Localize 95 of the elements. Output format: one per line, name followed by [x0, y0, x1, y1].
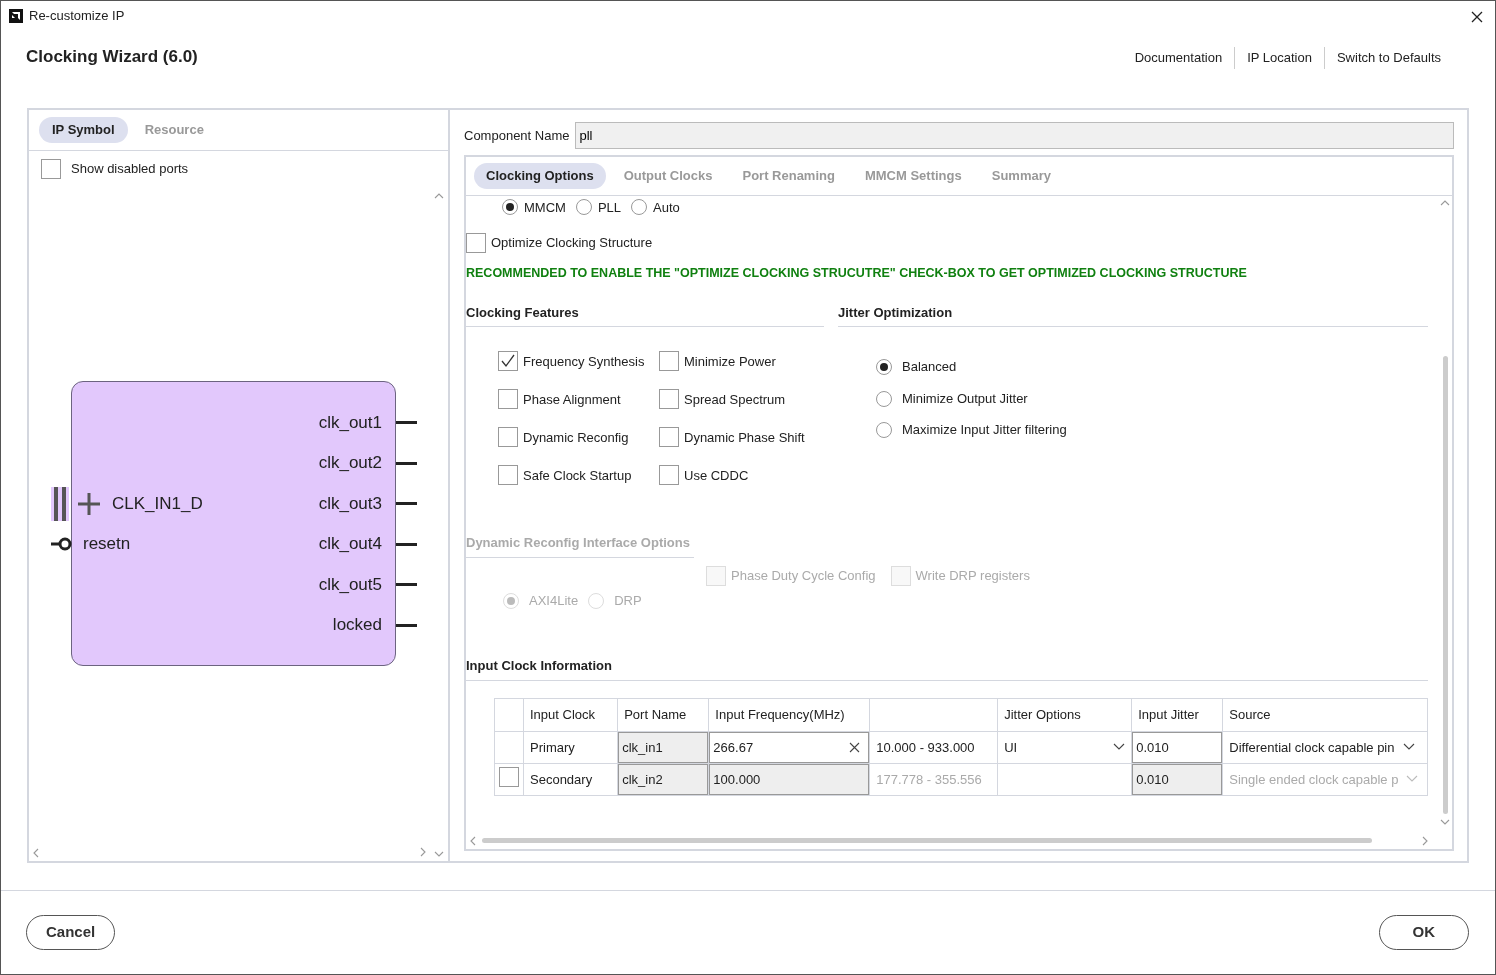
- radio-button[interactable]: [876, 422, 892, 438]
- checkbox[interactable]: [659, 351, 679, 372]
- radio-label: DRP: [614, 591, 642, 610]
- column-header: Input Jitter: [1131, 698, 1223, 732]
- radio-button[interactable]: [876, 390, 892, 407]
- app-logo-icon: [9, 9, 23, 23]
- tab[interactable]: Clocking Options: [474, 163, 606, 189]
- checkbox-label: Dynamic Reconfig: [523, 428, 629, 447]
- section-title: Dynamic Reconfig Interface Options: [466, 533, 694, 558]
- inverted-pin-icon: [51, 536, 73, 552]
- header-link[interactable]: Documentation: [1122, 47, 1235, 69]
- output-pin: [396, 421, 417, 424]
- checkbox-label: Spread Spectrum: [684, 390, 786, 409]
- radio-label: Maximize Input Jitter filtering: [902, 421, 1067, 440]
- radio-button[interactable]: [631, 199, 648, 216]
- checkbox-label: Phase Duty Cycle Config: [731, 567, 876, 585]
- radio-label: Balanced: [902, 358, 957, 377]
- radio-label: Minimize Output Jitter: [902, 389, 1028, 408]
- dialog-title: Clocking Wizard (6.0): [26, 47, 198, 68]
- section-title: Input Clock Information: [466, 656, 1428, 681]
- vertical-scrollbar[interactable]: [1442, 355, 1448, 814]
- checkbox-label: Frequency Synthesis: [523, 352, 645, 371]
- radio-label: MMCM: [524, 198, 566, 217]
- port-label: CLK_IN1_D: [112, 492, 203, 515]
- port-name-field[interactable]: clk_in1: [618, 731, 709, 763]
- checkbox[interactable]: [659, 427, 679, 448]
- port-label: clk_out5: [318, 573, 382, 596]
- checkbox[interactable]: [659, 465, 679, 486]
- checkbox[interactable]: [498, 389, 518, 410]
- bus-pin-icon: [51, 486, 69, 521]
- scroll-right-icon[interactable]: [420, 846, 426, 857]
- radio-label: PLL: [597, 198, 622, 217]
- port-label: locked: [332, 614, 382, 637]
- frequency-field[interactable]: 266.67: [709, 731, 870, 763]
- checkbox-label: Safe Clock Startup: [523, 466, 632, 485]
- chevron-down-icon: [1406, 775, 1419, 784]
- table-cell: Primary: [523, 731, 618, 764]
- port-label: resetn: [83, 533, 131, 556]
- clear-icon[interactable]: [849, 741, 861, 753]
- recommendation-text: RECOMMENDED TO ENABLE THE "OPTIMIZE CLOCKING STRUCUTRE" CHECK-BOX TO GET OPTIMIZED CLOCKING STRUCTURE: [466, 265, 1248, 282]
- port-label: clk_out1: [318, 411, 382, 434]
- checkbox-label: Show disabled ports: [71, 159, 189, 178]
- checkbox[interactable]: [498, 465, 518, 486]
- horizontal-scrollbar[interactable]: [482, 838, 1372, 843]
- window-title: Re-customize IP: [29, 7, 125, 26]
- chevron-down-icon: [1113, 743, 1126, 752]
- scroll-up-icon[interactable]: [1440, 199, 1450, 206]
- scroll-down-icon[interactable]: [434, 850, 444, 857]
- panel-tab[interactable]: IP Symbol: [39, 117, 128, 143]
- checkbox-label: Dynamic Phase Shift: [684, 428, 805, 447]
- radio-label: AXI4Lite: [529, 591, 579, 610]
- chevron-down-icon: [1402, 743, 1415, 752]
- radio-label: Auto: [653, 198, 680, 217]
- column-header: Input Clock: [523, 698, 618, 732]
- table-cell: 10.000 - 933.000: [869, 731, 998, 764]
- input-jitter-field[interactable]: 0.010: [1132, 731, 1223, 763]
- column-header: Source: [1222, 698, 1428, 732]
- output-pin: [396, 461, 417, 465]
- output-pin: [396, 542, 417, 546]
- table-cell: 177.778 - 355.556: [869, 763, 998, 796]
- checkbox-label: Write DRP registers: [915, 567, 1030, 585]
- radio-button[interactable]: [575, 199, 592, 216]
- section-title: Clocking Features: [466, 302, 824, 328]
- radio-button[interactable]: [876, 359, 892, 375]
- field-label: Component Name: [464, 126, 570, 145]
- scroll-right-icon[interactable]: [1422, 835, 1428, 846]
- component-name-field[interactable]: pll: [574, 122, 1454, 149]
- port-label: clk_out3: [318, 492, 382, 515]
- cancel-button[interactable]: Cancel: [26, 915, 116, 950]
- column-header: Input Frequency(MHz): [708, 698, 870, 732]
- output-pin: [396, 583, 417, 586]
- checkbox[interactable]: [659, 389, 679, 410]
- header-link[interactable]: IP Location: [1234, 47, 1324, 69]
- table-cell: Secondary: [523, 763, 618, 796]
- output-pin: [396, 502, 417, 505]
- port-label: clk_out4: [318, 533, 382, 556]
- column-header: Port Name: [617, 698, 709, 732]
- checkbox[interactable]: [41, 158, 61, 179]
- checkbox-label: Minimize Power: [684, 352, 776, 371]
- checkbox-label: Phase Alignment: [523, 390, 621, 409]
- header-link[interactable]: Switch to Defaults: [1323, 47, 1453, 69]
- checkbox[interactable]: [466, 233, 486, 253]
- checkbox[interactable]: [498, 351, 518, 372]
- checkbox-label: Use CDDC: [684, 466, 749, 485]
- port-label: clk_out2: [318, 452, 382, 475]
- column-header: Jitter Options: [997, 698, 1132, 732]
- ok-button[interactable]: OK: [1378, 915, 1469, 950]
- scroll-left-icon[interactable]: [470, 835, 476, 846]
- checkbox[interactable]: [498, 427, 518, 448]
- checkbox-label: Optimize Clocking Structure: [491, 234, 653, 253]
- radio-button[interactable]: [502, 199, 518, 216]
- scroll-left-icon[interactable]: [33, 847, 39, 858]
- plus-icon[interactable]: [78, 492, 100, 515]
- section-title: Jitter Optimization: [838, 302, 1428, 328]
- output-pin: [396, 623, 417, 627]
